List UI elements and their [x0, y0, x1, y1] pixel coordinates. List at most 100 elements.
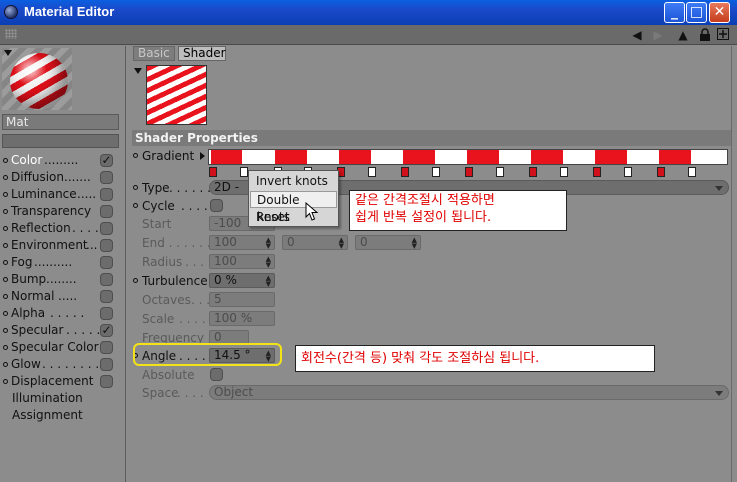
- turbulence-field[interactable]: 0 % ▲ ▼: [209, 273, 275, 288]
- octaves-label: Octaves: [142, 293, 191, 307]
- channel-checkbox-transparency[interactable]: [100, 205, 113, 218]
- material-slider[interactable]: [2, 134, 119, 148]
- channel-label: Normal: [11, 289, 55, 303]
- label-dots: . . . .: [185, 255, 212, 269]
- channel-checkbox-alpha[interactable]: [100, 307, 113, 320]
- start-value: -100: [214, 216, 242, 230]
- channel-dot: [3, 294, 8, 299]
- grip-icon[interactable]: [5, 29, 17, 39]
- gradient-knot[interactable]: [401, 167, 409, 177]
- channel-dot: [3, 158, 8, 163]
- maximize-button[interactable]: □: [686, 2, 707, 23]
- spin-arrows-icon[interactable]: ▲ ▼: [266, 256, 271, 269]
- close-button[interactable]: ✕: [709, 2, 730, 23]
- channel-specular-color[interactable]: Specular Color: [2, 339, 122, 356]
- channel-label: Diffusion: [11, 170, 64, 184]
- channel-normal[interactable]: Normal.....: [2, 288, 122, 305]
- frequency-value: 0: [214, 330, 222, 344]
- channel-reflection[interactable]: Reflection. . . .: [2, 220, 122, 237]
- gradient-knot[interactable]: [529, 167, 537, 177]
- arrow-right-icon[interactable]: ▶: [651, 28, 665, 42]
- channel-checkbox-specular[interactable]: ✓: [100, 324, 113, 337]
- absolute-checkbox[interactable]: [210, 368, 223, 381]
- channel-luminance[interactable]: Luminance.....: [2, 186, 122, 203]
- channel-checkbox-normal[interactable]: [100, 290, 113, 303]
- lock-icon[interactable]: [698, 28, 712, 42]
- radius-field[interactable]: 100 ▲ ▼: [209, 254, 275, 269]
- gradient-bar[interactable]: [208, 149, 728, 165]
- end-field-2[interactable]: 0 ▲ ▼: [282, 235, 348, 250]
- gradient-knot[interactable]: [496, 167, 504, 177]
- channel-assignment[interactable]: Assignment: [2, 407, 122, 424]
- channel-checkbox-color[interactable]: ✓: [100, 154, 113, 167]
- gradient-knot[interactable]: [465, 167, 473, 177]
- spin-arrows-icon[interactable]: ▲ ▼: [412, 237, 417, 250]
- gradient-menu-arrow-icon[interactable]: [200, 152, 205, 160]
- channel-illumination[interactable]: Illumination: [2, 390, 122, 407]
- shader-preview: [146, 65, 207, 125]
- channel-displacement[interactable]: Displacement: [2, 373, 122, 390]
- channel-color[interactable]: Color......... ✓: [2, 152, 122, 169]
- gradient-knot[interactable]: [209, 167, 217, 177]
- minimize-button[interactable]: _: [664, 2, 685, 23]
- channel-bump[interactable]: Bump........: [2, 271, 122, 288]
- gradient-knot[interactable]: [560, 167, 568, 177]
- channel-dot: [3, 311, 8, 316]
- label-dots: . . .: [191, 293, 211, 307]
- channel-environment[interactable]: Environment...: [2, 237, 122, 254]
- gradient-knot[interactable]: [593, 167, 601, 177]
- channel-diffusion[interactable]: Diffusion.......: [2, 169, 122, 186]
- space-dropdown[interactable]: Object: [209, 385, 729, 400]
- tab-shader[interactable]: Shader: [178, 46, 226, 61]
- menu-item-double-knots[interactable]: Double knots: [250, 191, 337, 224]
- new-window-icon[interactable]: [716, 28, 730, 42]
- spin-arrows-icon[interactable]: ▲ ▼: [266, 237, 271, 250]
- menu-item-invert-knots[interactable]: Invert knots: [250, 173, 337, 190]
- channel-checkbox-specular-color[interactable]: [100, 341, 113, 354]
- gradient-knot[interactable]: [368, 167, 376, 177]
- channel-fog[interactable]: Fog..........: [2, 254, 122, 271]
- channel-transparency[interactable]: Transparency: [2, 203, 122, 220]
- channel-alpha[interactable]: Alpha . . . . .: [2, 305, 122, 322]
- gradient-knot[interactable]: [657, 167, 665, 177]
- channel-checkbox-fog[interactable]: [100, 256, 113, 269]
- preview-menu-arrow-icon[interactable]: [4, 50, 12, 56]
- material-name-field[interactable]: Mat: [2, 114, 119, 130]
- shader-menu-arrow-icon[interactable]: [134, 68, 142, 74]
- octaves-field[interactable]: 5: [209, 292, 275, 307]
- gradient-knot[interactable]: [624, 167, 632, 177]
- channel-label: Illumination: [12, 391, 83, 405]
- tab-basic[interactable]: Basic: [133, 46, 175, 61]
- end-field-1[interactable]: 100 ▲ ▼: [209, 235, 275, 250]
- channel-dot: [3, 175, 8, 180]
- arrow-left-icon[interactable]: ◀: [630, 28, 644, 42]
- channel-checkbox-luminance[interactable]: [100, 188, 113, 201]
- gradient-segment: [531, 150, 563, 164]
- label-dots: . . . .: [179, 312, 206, 326]
- channel-list: Color......... ✓ Diffusion....... Luminan…: [2, 152, 122, 424]
- spin-arrows-icon[interactable]: ▲ ▼: [339, 237, 344, 250]
- channel-specular[interactable]: Specular. . . . . ✓: [2, 322, 122, 339]
- channel-checkbox-displacement[interactable]: [100, 375, 113, 388]
- gradient-knot[interactable]: [432, 167, 440, 177]
- channel-checkbox-glow[interactable]: [100, 358, 113, 371]
- cycle-checkbox[interactable]: [210, 199, 223, 212]
- material-preview[interactable]: [2, 48, 72, 110]
- channel-checkbox-bump[interactable]: [100, 273, 113, 286]
- label-dots: . . . .: [177, 386, 204, 400]
- channel-checkbox-diffusion[interactable]: [100, 171, 113, 184]
- cursor-up-icon[interactable]: ▲: [676, 28, 690, 42]
- scale-field[interactable]: 100 %: [209, 311, 275, 326]
- channel-dots: .....: [58, 289, 78, 303]
- channel-checkbox-environment[interactable]: [100, 239, 113, 252]
- label-dots: . . . . . .: [169, 181, 211, 195]
- spin-arrows-icon[interactable]: ▲ ▼: [266, 275, 271, 288]
- end-field-3[interactable]: 0 ▲ ▼: [355, 235, 421, 250]
- menu-item-reset[interactable]: Reset: [250, 209, 337, 226]
- channel-glow[interactable]: Glow. . . . . . . .: [2, 356, 122, 373]
- channel-label: Bump: [11, 272, 47, 286]
- turbulence-label: Turbulence: [142, 274, 208, 288]
- gradient-knot[interactable]: [240, 167, 248, 177]
- gradient-knot[interactable]: [688, 167, 696, 177]
- channel-checkbox-reflection[interactable]: [100, 222, 113, 235]
